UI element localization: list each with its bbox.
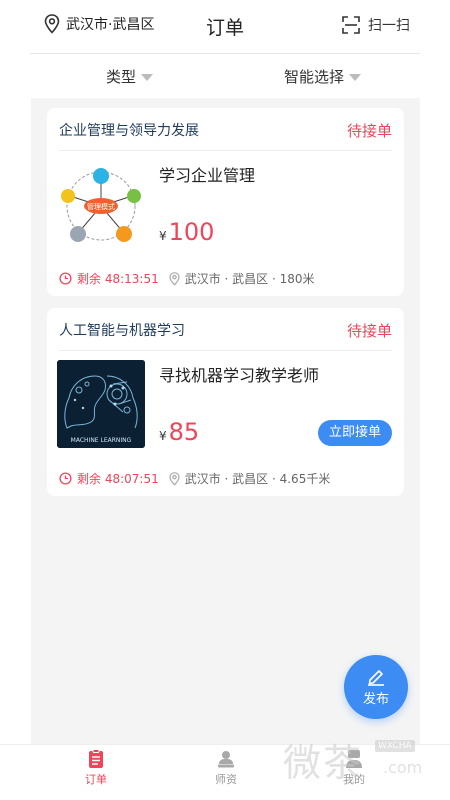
accept-order-button[interactable]: 立即接单 (318, 420, 392, 446)
tab-orders[interactable]: 订单 (66, 749, 126, 787)
type-filter-dropdown[interactable]: 类型 (106, 66, 154, 87)
order-thumbnail: 管理模式 (57, 160, 145, 248)
thumb-center-label: 管理模式 (87, 202, 115, 211)
tab-orders-label: 订单 (85, 773, 107, 786)
remaining-time-label: 剩余 48:13:51 (77, 272, 159, 286)
smart-filter-dropdown[interactable]: 智能选择 (284, 66, 362, 87)
tab-teachers[interactable]: 师资 (196, 749, 256, 787)
price-value: 85 (168, 418, 200, 446)
triangle-down-icon (141, 74, 154, 81)
order-list: 企业管理与领导力发展 待接单 管理模式 学习企业管理 ¥ 100 剩余 48:1… (31, 98, 420, 744)
order-price: ¥ 85 (159, 418, 199, 446)
remaining-time: 剩余 48:13:51 (59, 270, 159, 287)
order-place: 武汉市 · 武昌区 · 180米 (169, 270, 315, 287)
clock-icon (59, 272, 72, 285)
triangle-down-icon (349, 74, 362, 81)
watermark: 微茶 WXCHA .com (283, 728, 433, 788)
watermark-small: WXCHA (375, 740, 415, 752)
order-category: 企业管理与领导力发展 (59, 123, 199, 139)
remaining-time-label: 剩余 48:07:51 (77, 472, 159, 486)
order-meta: 剩余 48:13:51 武汉市 · 武昌区 · 180米 (59, 270, 315, 287)
order-price: ¥ 100 (159, 218, 214, 246)
top-header: 武汉市·武昌区 订单 扫一扫 (0, 0, 450, 54)
publish-button[interactable]: 发布 (344, 655, 408, 719)
card-divider (59, 350, 392, 351)
location-pin-icon (169, 271, 180, 286)
location-pin-icon (169, 471, 180, 486)
currency-symbol: ¥ (159, 429, 167, 443)
order-thumbnail: MACHINE LEARNING (57, 360, 145, 448)
order-card[interactable]: 人工智能与机器学习 待接单 MACHINE LEARNING 寻找机器学习教学老… (47, 308, 404, 496)
filter-bar: 类型 智能选择 (0, 54, 450, 98)
order-title: 寻找机器学习教学老师 (159, 366, 320, 385)
scan-label: 扫一扫 (368, 18, 410, 34)
place-label: 武汉市 · 武昌区 · 180米 (184, 272, 315, 286)
clock-icon (59, 472, 72, 485)
order-card[interactable]: 企业管理与领导力发展 待接单 管理模式 学习企业管理 ¥ 100 剩余 48:1… (47, 108, 404, 296)
publish-label: 发布 (362, 691, 389, 707)
order-place: 武汉市 · 武昌区 · 4.65千米 (169, 470, 331, 487)
order-meta: 剩余 48:07:51 武汉市 · 武昌区 · 4.65千米 (59, 470, 330, 487)
scan-button[interactable]: 扫一扫 (342, 15, 410, 35)
remaining-time: 剩余 48:07:51 (59, 470, 159, 487)
thumb-caption: MACHINE LEARNING (71, 437, 132, 444)
type-filter-label: 类型 (106, 68, 137, 86)
place-label: 武汉市 · 武昌区 · 4.65千米 (184, 472, 331, 486)
price-value: 100 (168, 218, 215, 246)
teacher-icon (218, 751, 234, 768)
currency-symbol: ¥ (159, 229, 167, 243)
scan-frame-icon (342, 16, 360, 34)
order-category: 人工智能与机器学习 (59, 323, 185, 339)
watermark-main: 微茶 (283, 741, 364, 785)
watermark-domain: .com (383, 758, 423, 777)
smart-filter-label: 智能选择 (284, 68, 345, 86)
card-divider (59, 150, 392, 151)
order-status: 待接单 (346, 322, 392, 340)
order-status: 待接单 (346, 122, 392, 140)
tab-teachers-label: 师资 (215, 773, 237, 786)
pencil-icon (368, 669, 384, 686)
document-icon (89, 749, 103, 768)
order-title: 学习企业管理 (159, 166, 256, 185)
